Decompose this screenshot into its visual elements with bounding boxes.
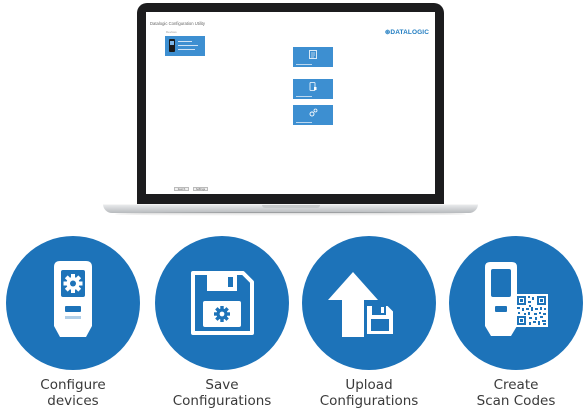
feature-circle — [155, 236, 289, 370]
laptop-screen: Datalogic Configuration Utility ⊛DATALOG… — [146, 12, 435, 194]
app-window-title: Datalogic Configuration Utility — [150, 21, 205, 26]
device-thumbnail-icon — [169, 39, 175, 52]
document-icon — [309, 50, 317, 59]
settings-button[interactable]: Settings — [193, 187, 208, 191]
feature-label: Save Configurations — [172, 377, 272, 409]
feature-circle — [449, 236, 583, 370]
feature-label: Upload Configurations — [319, 377, 419, 409]
floppy-disk-icon — [191, 271, 254, 335]
settings-tile[interactable] — [293, 105, 333, 125]
device-gear-icon — [54, 261, 92, 337]
laptop-notch — [262, 205, 320, 208]
feature-label: Configure devices — [40, 377, 106, 409]
configure-tile[interactable] — [293, 47, 333, 67]
feature-circle — [302, 236, 436, 370]
upload-arrow-icon — [328, 272, 395, 337]
search-button[interactable]: Search — [174, 187, 189, 191]
gears-icon — [309, 108, 318, 117]
feature-circle — [6, 236, 140, 370]
qr-code-icon — [485, 262, 548, 336]
devices-label: Devices — [166, 30, 177, 34]
feature-label: Create Scan Codes — [476, 377, 556, 409]
device-card[interactable] — [165, 36, 205, 56]
device-icon — [309, 82, 317, 91]
datalogic-logo: ⊛DATALOGIC — [384, 29, 429, 36]
devices-tile[interactable] — [293, 79, 333, 99]
